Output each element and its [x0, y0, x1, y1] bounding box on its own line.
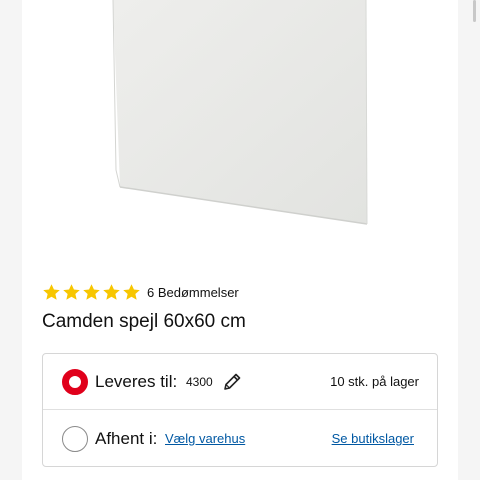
pencil-icon[interactable] [221, 371, 243, 398]
choose-store-link[interactable]: Vælg varehus [165, 431, 245, 446]
delivery-options: Leveres til: 4300 10 stk. på lager Afhen… [42, 353, 438, 467]
product-image [22, 0, 458, 256]
stock-status: 10 stk. på lager [330, 374, 419, 389]
product-title: Camden spejl 60x60 cm [42, 311, 246, 332]
scrollbar[interactable] [473, 0, 476, 22]
pickup-option-row[interactable]: Afhent i: Vælg varehus Se butikslager [43, 411, 437, 467]
rating-count[interactable]: 6 Bedømmelser [147, 285, 239, 300]
delivery-option-row[interactable]: Leveres til: 4300 10 stk. på lager [43, 354, 437, 410]
rating-row[interactable]: 6 Bedømmelser [42, 281, 239, 303]
rating-stars [42, 283, 141, 302]
store-stock-link[interactable]: Se butikslager [332, 431, 414, 446]
pickup-label: Afhent i: [95, 429, 158, 448]
product-page: 6 Bedømmelser Camden spejl 60x60 cm Leve… [22, 0, 458, 480]
star-icon [82, 283, 101, 302]
postal-code: 4300 [186, 375, 213, 389]
delivery-label: Leveres til: [95, 371, 178, 391]
pickup-radio[interactable] [62, 426, 88, 452]
star-icon [122, 283, 141, 302]
star-icon [102, 283, 121, 302]
star-icon [62, 283, 81, 302]
star-icon [42, 283, 61, 302]
delivery-radio[interactable] [62, 368, 88, 395]
